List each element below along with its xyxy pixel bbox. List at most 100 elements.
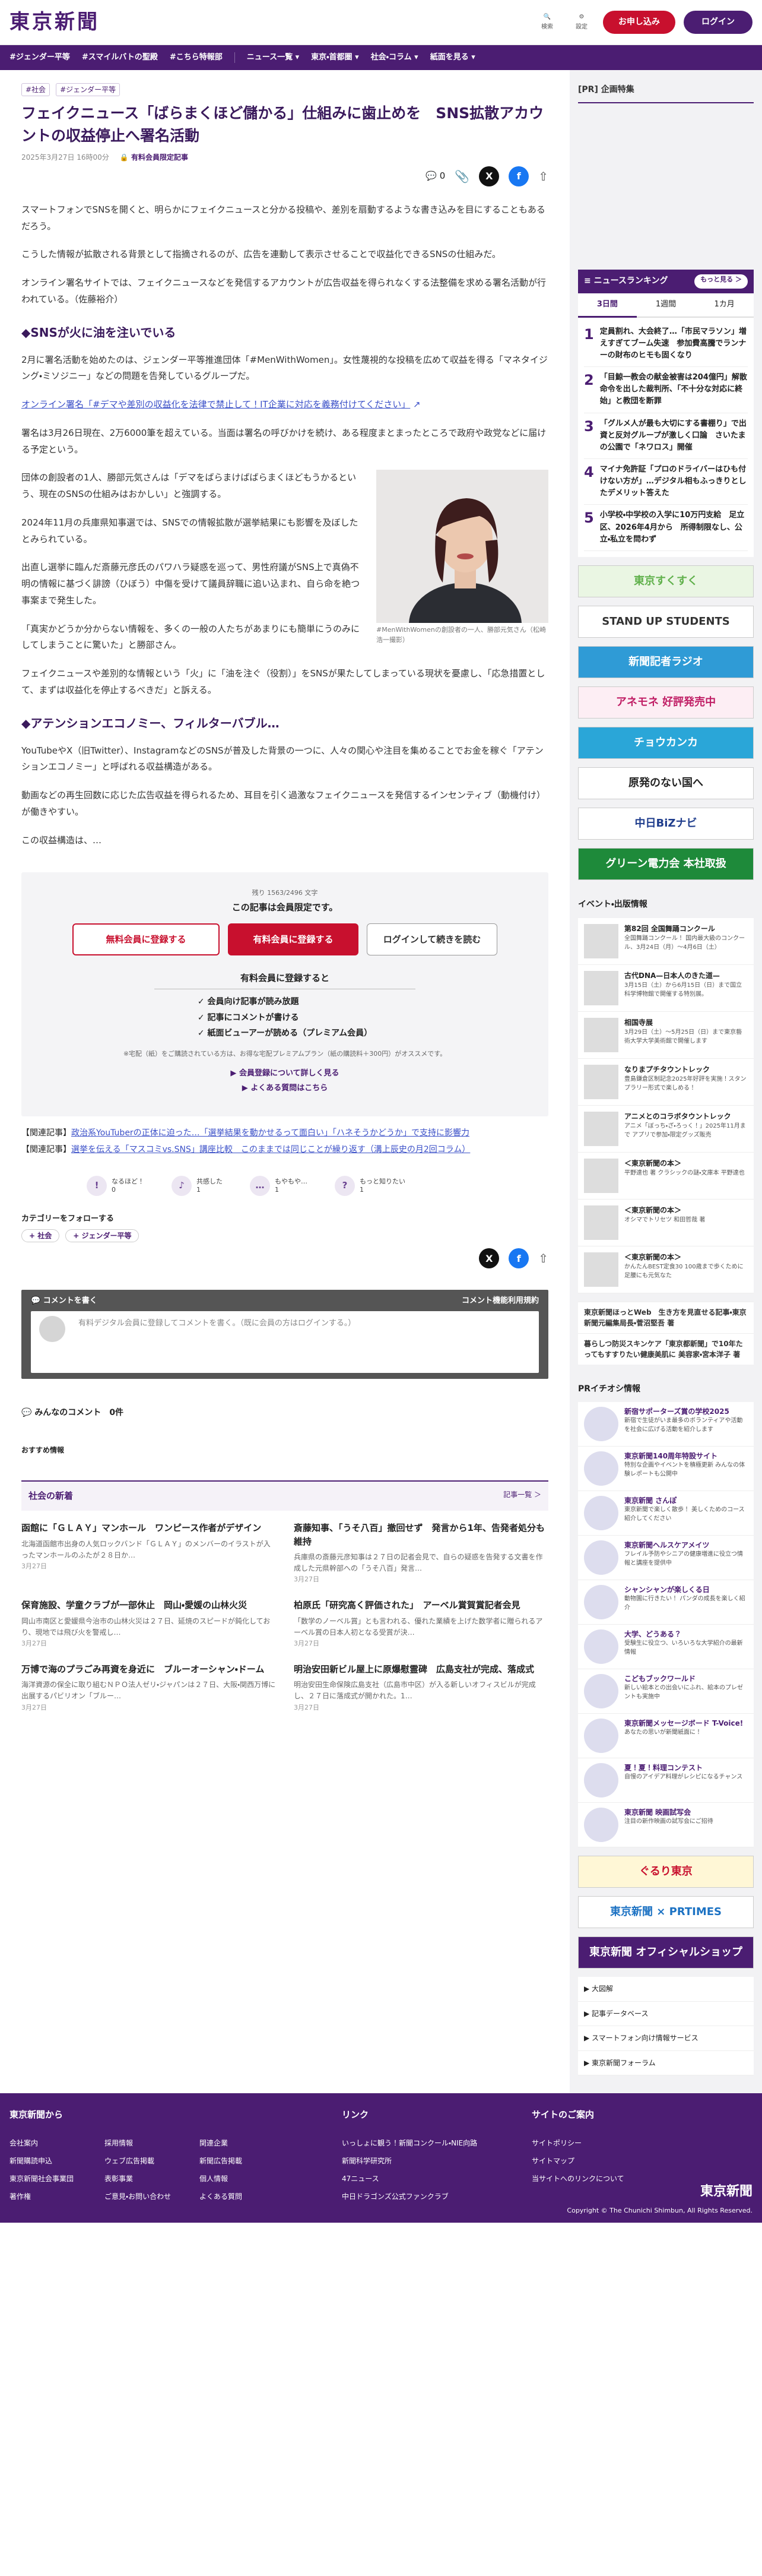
x-share-icon[interactable]: X bbox=[479, 166, 500, 186]
free-register-button[interactable]: 無料会員に登録する bbox=[72, 923, 220, 956]
event-item[interactable]: 相国寺展 3月29日（土）〜5月25日（日）まで東京藝術大学大学美術館で開催します bbox=[578, 1011, 754, 1059]
side-footer-link[interactable]: ▶ スマートフォン向け情報サービス bbox=[578, 2026, 754, 2051]
news-item[interactable]: 函館に「ＧＬＡＹ」マンホール ワンピース作者がデザイン 北海道函館市出身の人気ロッ… bbox=[21, 1521, 276, 1586]
petition-link[interactable]: オンライン署名「#デマや差別の収益化を法律で禁止して！IT企業に対応を義務付けて… bbox=[21, 399, 410, 410]
news-item[interactable]: 柏原氏「研究高く評価された」 アーベル賞賀賞記者会見 「数学のノーベル賞」とも言わ… bbox=[294, 1599, 548, 1650]
follow-tag[interactable]: + ジェンダー平等 bbox=[65, 1229, 139, 1243]
event-item[interactable]: なりまプチタウントレック 豊島鎌倉区制記念2025年好評を実施！スタンプラリー形式… bbox=[578, 1058, 754, 1106]
footer-link[interactable]: 中日ドラゴンズ公式ファンクラブ bbox=[342, 2192, 449, 2201]
ranking-item[interactable]: 4 マイナ免許証「プロのドライバーはひも付けない方が」…デジタル相もふっきりとした… bbox=[584, 459, 748, 505]
reaction-moyamoya[interactable]: … もやもや… 1 bbox=[250, 1175, 307, 1196]
facebook-share-icon[interactable]: f bbox=[509, 166, 529, 186]
pr-item[interactable]: 夏！夏！料理コンテスト 自慢のアイデア料理がレシピになるチャンス bbox=[578, 1758, 754, 1803]
pr-item[interactable]: 東京新聞140周年特設サイト 特別な企画やイベントを積極更新 みんなの体験レポート… bbox=[578, 1447, 754, 1492]
ranking-item[interactable]: 1 定員割れ、大会終了…「市民マラソン」増えすぎてブーム失速 参加費高騰でランナー… bbox=[584, 321, 748, 368]
footer-link[interactable]: 個人情報 bbox=[199, 2175, 228, 2183]
x-share-icon[interactable]: X bbox=[479, 1248, 500, 1269]
side-banner[interactable]: チョウカンカ bbox=[578, 726, 754, 759]
event-item[interactable]: ＜東京新聞の本＞ オシマでトリセツ 和田哲哉 著 bbox=[578, 1199, 754, 1246]
side-footer-banner[interactable]: ぐるり東京 bbox=[578, 1856, 754, 1888]
login-button[interactable]: ログイン bbox=[684, 10, 753, 34]
ranking-item[interactable]: 3 「グルメ人が最も大切にする書棚り」で出資と反対グループが激しく口論 さいたまの… bbox=[584, 413, 748, 459]
news-more-link[interactable]: 記事一覧 ＞ bbox=[503, 1489, 541, 1504]
related-link[interactable]: 政治系YouTuberの正体に迫った…「選挙結果を動かせるって面白い」「ハネそう… bbox=[71, 1128, 469, 1138]
event-item[interactable]: アニメとのコラボタウントレック アニメ「ぼっち・ざ・ろっく！」2025年11月まで… bbox=[578, 1105, 754, 1153]
site-logo[interactable]: 東京新聞 bbox=[9, 5, 100, 40]
nav-item[interactable]: 紙面を見る ▾ bbox=[430, 51, 475, 64]
footer-link[interactable]: 表彰事業 bbox=[104, 2175, 133, 2183]
pr-item[interactable]: シャンシャンが楽しくる日 動物園に行きたい！ パンダの成長を楽しく紹介 bbox=[578, 1580, 754, 1625]
side-banner[interactable]: 中日BiZナビ bbox=[578, 807, 754, 840]
event-item[interactable]: ＜東京新聞の本＞ 平野達也 著 クラシックの謎・文庫本 平野達也 bbox=[578, 1152, 754, 1200]
news-item[interactable]: 万博で海のプラごみ再資を身近に ブルーオーシャン・ドーム 海洋資源の保全に取り組む… bbox=[21, 1663, 276, 1714]
search-button[interactable]: 🔍 検索 bbox=[534, 12, 560, 32]
nav-item[interactable]: 東京・首都圏 ▾ bbox=[311, 51, 358, 64]
footer-link[interactable]: 新聞購読申込 bbox=[9, 2157, 52, 2165]
tab-1month[interactable]: 1カ月 bbox=[695, 293, 754, 318]
footer-link[interactable]: ご意見・お問い合わせ bbox=[104, 2192, 171, 2201]
ranking-item[interactable]: 2 「目鯨一教会の献金被害は204億円」解散命令を出した裁判所、「不十分な対応に終… bbox=[584, 367, 748, 413]
reaction-kyokan[interactable]: ♪ 共感した 1 bbox=[172, 1175, 223, 1196]
pr-item[interactable]: 東京新聞 さんぽ 東京新聞で楽しく散歩！ 美しくためのコース紹介してください bbox=[578, 1491, 754, 1536]
reaction-naruhodo[interactable]: ! なるほど！ 0 bbox=[87, 1175, 144, 1196]
footer-link[interactable]: 関連企業 bbox=[199, 2139, 228, 2147]
footer-logo[interactable]: 東京新聞 bbox=[700, 2181, 753, 2202]
reaction-motto[interactable]: ? もっと知りたい 1 bbox=[335, 1175, 405, 1196]
side-banner[interactable]: グリーン電力会 本社取扱 bbox=[578, 847, 754, 880]
footer-link[interactable]: 当サイトへのリンクについて bbox=[532, 2175, 624, 2183]
footer-link[interactable]: サイトマップ bbox=[532, 2157, 574, 2165]
footer-link[interactable]: 新聞広告掲載 bbox=[199, 2157, 242, 2165]
footer-link[interactable]: 会社案内 bbox=[9, 2139, 38, 2147]
pr-item[interactable]: 東京新聞 映画試写会 注目の新作映画の試写会にご招待 bbox=[578, 1803, 754, 1848]
comment-count[interactable]: 💬 0 bbox=[426, 169, 445, 184]
comment-input[interactable]: 有料デジタル会員に登録してコメントを書く。（既に会員の方はログインする。） bbox=[31, 1311, 539, 1374]
footer-link[interactable]: 新聞科学研究所 bbox=[342, 2157, 392, 2165]
tab-1week[interactable]: 1週間 bbox=[636, 293, 696, 318]
paid-register-button[interactable]: 有料会員に登録する bbox=[228, 923, 358, 956]
side-footer-banner[interactable]: 東京新聞 オフィシャルショップ bbox=[578, 1936, 754, 1969]
footer-link[interactable]: サイトポリシー bbox=[532, 2139, 582, 2147]
side-banner[interactable]: アネモネ 好評発売中 bbox=[578, 686, 754, 719]
side-footer-banner[interactable]: 東京新聞 × PRTIMES bbox=[578, 1896, 754, 1929]
ranking-more-link[interactable]: もっと見る ＞ bbox=[694, 274, 748, 289]
side-banner[interactable]: 東京すくすく bbox=[578, 565, 754, 597]
footer-link[interactable]: 著作権 bbox=[9, 2192, 31, 2201]
facebook-share-icon[interactable]: f bbox=[509, 1248, 529, 1269]
comment-rules-link[interactable]: コメント機能利用規約 bbox=[462, 1295, 539, 1308]
event-item[interactable]: ＜東京新聞の本＞ かんたんBEST定食30 100歳まで歩くために 足腰にも元気な… bbox=[578, 1246, 754, 1293]
pr-item[interactable]: 大学、どうある？ 受験生に役立つ、いろいろな大学紹介の最新情報 bbox=[578, 1625, 754, 1670]
register-button[interactable]: お申し込み bbox=[603, 10, 675, 34]
share-icon[interactable]: ⇧ bbox=[538, 1248, 548, 1268]
footer-link[interactable]: 東京新聞社会事業団 bbox=[9, 2175, 74, 2183]
ranking-item[interactable]: 5 小学校・中学校の入学に10万円支給 足立区、2026年4月から 所得制限なし、… bbox=[584, 505, 748, 551]
pr-item[interactable]: 東京新聞メッセージボード T-Voice! あなたの思いが新聞紙面に！ bbox=[578, 1714, 754, 1759]
event-item[interactable]: 第82回 全国舞踊コンクール 全国舞踊コンクール！ 国内最大級のコンクール、3月2… bbox=[578, 917, 754, 965]
login-continue-button[interactable]: ログインして続きを読む bbox=[367, 923, 497, 956]
nav-item[interactable]: 社会・コラム ▾ bbox=[371, 51, 418, 64]
footer-link[interactable]: よくある質問 bbox=[199, 2192, 242, 2201]
side-banner[interactable]: STAND UP STUDENTS bbox=[578, 605, 754, 638]
clip-icon[interactable]: 📎 bbox=[455, 166, 469, 186]
side-banner[interactable]: 原発のない国へ bbox=[578, 767, 754, 799]
related-link[interactable]: 選挙を伝える「マスコミvs.SNS」講座比較 このままでは同じことが繰り返す（溝… bbox=[71, 1145, 470, 1154]
pr-item[interactable]: こどもブックワールド 新しい絵本との出会いにふれ、絵本のプレゼントも実施中 bbox=[578, 1669, 754, 1714]
portrait-photo[interactable] bbox=[376, 470, 548, 624]
nav-item[interactable]: ニュース一覧 ▾ bbox=[247, 51, 299, 64]
side-footer-link[interactable]: ▶ 記事データベース bbox=[578, 2002, 754, 2027]
tag-link[interactable]: #社会 bbox=[21, 83, 50, 97]
news-item[interactable]: 斎藤知事、「うそ八百」撤回せず 発言から1年、告発者処分も維持 兵庫県の斎藤元彦知… bbox=[294, 1521, 548, 1586]
share-icon[interactable]: ⇧ bbox=[538, 166, 548, 186]
tag-link[interactable]: #ジェンダー平等 bbox=[56, 83, 120, 97]
side-link[interactable]: 東京新聞ほっとWeb 生き方を見直せる記事・東京新聞元編集局長・菅沼堅吾 著 bbox=[578, 1301, 754, 1333]
tab-3days[interactable]: 3日間 bbox=[578, 293, 637, 318]
nav-item[interactable]: #ジェンダー平等 bbox=[9, 51, 70, 64]
side-footer-link[interactable]: ▶ 大図解 bbox=[578, 1977, 754, 2002]
footer-link[interactable]: 47ニュース bbox=[342, 2175, 379, 2183]
news-item[interactable]: 保育施設、学童クラブが一部休止 岡山・愛媛の山林火災 岡山市南区と愛媛県今治市の山… bbox=[21, 1599, 276, 1650]
event-item[interactable]: 古代DNA—日本人のきた道— 3月15日（土）から6月15日（日）まで国立科学博物… bbox=[578, 964, 754, 1012]
nav-item[interactable]: #こちら特報部 bbox=[170, 51, 223, 64]
nav-item[interactable]: #スマイルバトの聖殿 bbox=[82, 51, 158, 64]
side-footer-link[interactable]: ▶ 東京新聞フォーラム bbox=[578, 2051, 754, 2075]
side-link[interactable]: 暮らしつ防災スキンケア「東京都新聞」で10年たってもすすりたい健康美肌に 美容家… bbox=[578, 1333, 754, 1365]
follow-tag[interactable]: + 社会 bbox=[21, 1229, 60, 1243]
